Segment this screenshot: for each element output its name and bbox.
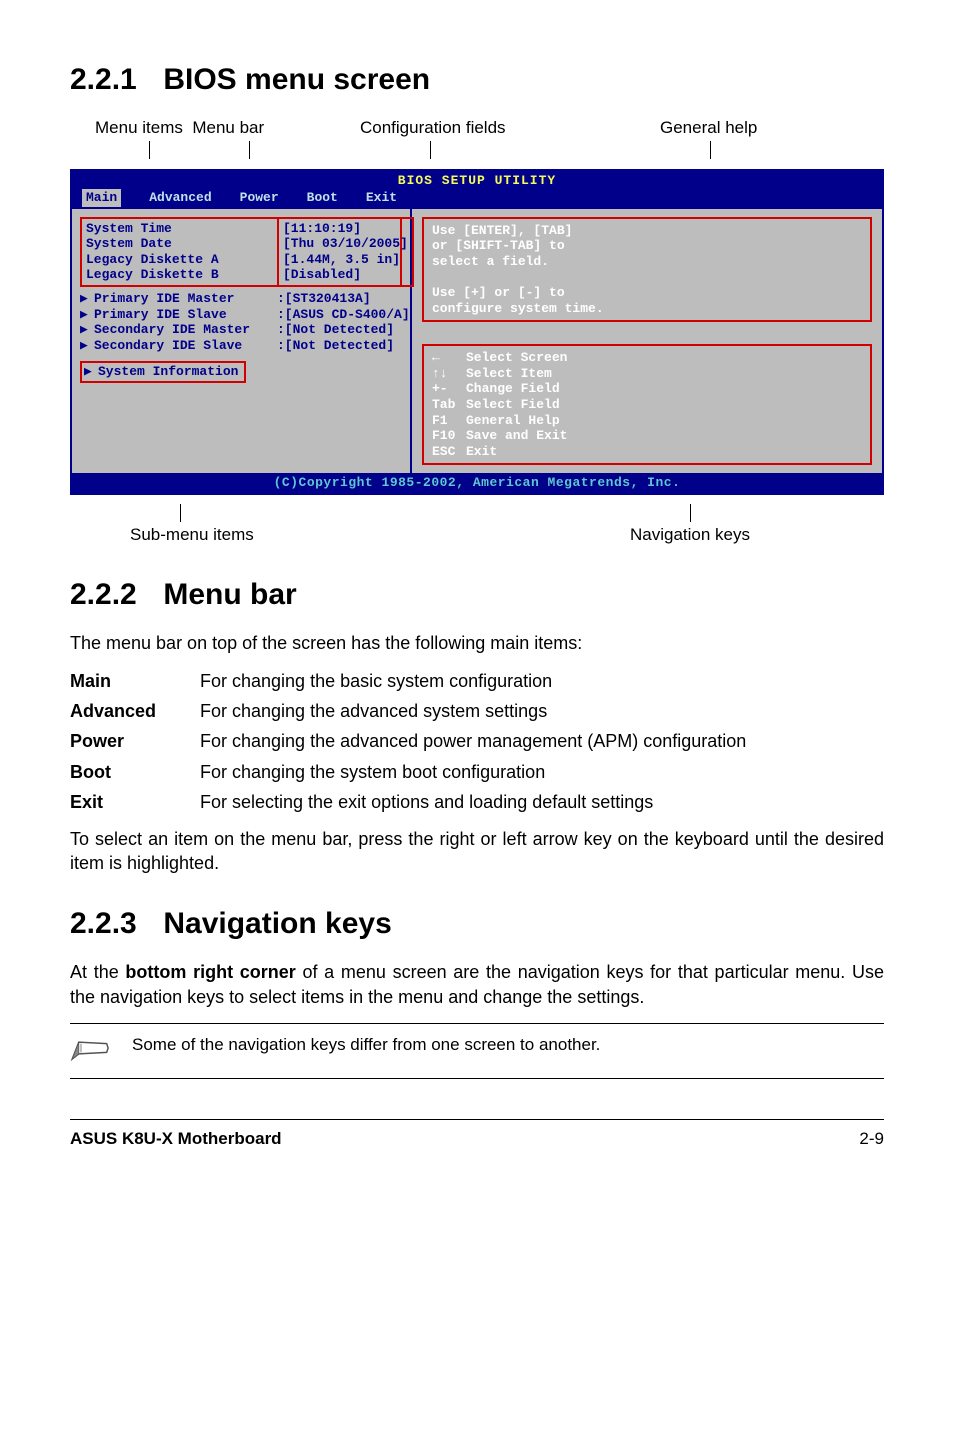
note-callout: Some of the navigation keys differ from … <box>70 1023 884 1079</box>
table-row: ExitFor selecting the exit options and l… <box>70 787 746 817</box>
bios-right-pane: Use [ENTER], [TAB] or [SHIFT-TAB] to sel… <box>412 209 882 474</box>
general-help-box: Use [ENTER], [TAB] or [SHIFT-TAB] to sel… <box>422 217 872 323</box>
term-advanced: Advanced <box>70 696 200 726</box>
section-title-text: BIOS menu screen <box>163 63 430 96</box>
navigation-keys-box: ←Select Screen ↑↓Select Item +-Change Fi… <box>422 344 872 465</box>
table-row: MainFor changing the basic system config… <box>70 666 746 696</box>
bios-tab-main[interactable]: Main <box>82 189 121 207</box>
bios-top-annotations: Menu items Menu bar Configuration fields… <box>70 117 884 169</box>
table-row: AdvancedFor changing the advanced system… <box>70 696 746 726</box>
bios-left-pane: System Time System Date Legacy Diskette … <box>72 209 412 474</box>
term-power: Power <box>70 726 200 756</box>
desc-power: For changing the advanced power manageme… <box>200 726 746 756</box>
label-config-fields: Configuration fields <box>360 117 506 140</box>
section-number: 2.2.1 <box>70 60 155 101</box>
bios-tab-advanced[interactable]: Advanced <box>149 189 211 207</box>
submenu-system-information[interactable]: ▶System Information <box>84 364 238 380</box>
label-submenu-items: Sub-menu items <box>130 524 254 547</box>
term-exit: Exit <box>70 787 200 817</box>
table-row: PowerFor changing the advanced power man… <box>70 726 746 756</box>
cfg-secondary-ide-slave: :[Not Detected] <box>277 338 414 354</box>
page-footer: ASUS K8U-X Motherboard 2-9 <box>70 1119 884 1151</box>
pencil-note-icon <box>70 1034 114 1068</box>
config-fields-highlight: [11:10:19] [Thu 03/10/2005] [1.44M, 3.5 … <box>277 217 414 287</box>
desc-main: For changing the basic system configurat… <box>200 666 746 696</box>
triangle-right-icon: ▶ <box>80 291 94 307</box>
cfg-system-date[interactable]: [Thu 03/10/2005] <box>283 236 408 252</box>
triangle-right-icon: ▶ <box>84 364 98 380</box>
cfg-legacy-diskette-b[interactable]: [Disabled] <box>283 267 408 283</box>
menu-bar-outro: To select an item on the menu bar, press… <box>70 827 884 876</box>
bios-copyright-footer: (C)Copyright 1985-2002, American Megatre… <box>72 473 882 493</box>
term-boot: Boot <box>70 757 200 787</box>
section-heading-menu-bar: 2.2.2 Menu bar <box>70 575 884 616</box>
cfg-secondary-ide-master: :[Not Detected] <box>277 322 414 338</box>
section-heading-navigation-keys: 2.2.3 Navigation keys <box>70 904 884 945</box>
cfg-system-time[interactable]: [11:10:19] <box>283 221 408 237</box>
cfg-primary-ide-master: :[ST320413A] <box>277 291 414 307</box>
bios-tab-power[interactable]: Power <box>240 189 279 207</box>
submenu-items-highlight: ▶System Information <box>80 361 246 383</box>
menu-bar-intro: The menu bar on top of the screen has th… <box>70 631 884 655</box>
arrows-up-down-icon: ↑↓ <box>432 366 466 382</box>
section-title-text: Menu bar <box>163 578 296 611</box>
navigation-keys-paragraph: At the bottom right corner of a menu scr… <box>70 960 884 1009</box>
label-menu-bar: Menu bar <box>192 118 264 137</box>
bios-menu-bar: Main Advanced Power Boot Exit <box>72 189 882 209</box>
label-general-help: General help <box>660 117 757 140</box>
desc-exit: For selecting the exit options and loadi… <box>200 787 746 817</box>
bios-tab-boot[interactable]: Boot <box>307 189 338 207</box>
section-number: 2.2.2 <box>70 575 155 616</box>
label-navigation-keys: Navigation keys <box>630 524 750 547</box>
desc-boot: For changing the system boot configurati… <box>200 757 746 787</box>
note-text: Some of the navigation keys differ from … <box>132 1034 884 1057</box>
triangle-right-icon: ▶ <box>80 338 94 354</box>
section-number: 2.2.3 <box>70 904 155 945</box>
triangle-right-icon: ▶ <box>80 307 94 323</box>
config-fields-column: [11:10:19] [Thu 03/10/2005] [1.44M, 3.5 … <box>277 217 414 354</box>
footer-page-number: 2-9 <box>859 1128 884 1151</box>
bios-screenshot: BIOS SETUP UTILITY Main Advanced Power B… <box>70 169 884 495</box>
bios-title: BIOS SETUP UTILITY <box>72 171 882 190</box>
arrow-left-icon: ← <box>432 350 466 366</box>
cfg-legacy-diskette-a[interactable]: [1.44M, 3.5 in] <box>283 252 408 268</box>
desc-advanced: For changing the advanced system setting… <box>200 696 746 726</box>
cfg-primary-ide-slave: :[ASUS CD-S400/A] <box>277 307 414 323</box>
label-menu-items: Menu items <box>95 118 183 137</box>
section-heading-bios-menu-screen: 2.2.1 BIOS menu screen <box>70 60 884 101</box>
section-title-text: Navigation keys <box>163 907 391 940</box>
menu-bar-definitions-table: MainFor changing the basic system config… <box>70 666 746 817</box>
table-row: BootFor changing the system boot configu… <box>70 757 746 787</box>
bios-bottom-annotations: Sub-menu items Navigation keys <box>70 495 884 547</box>
triangle-right-icon: ▶ <box>80 322 94 338</box>
footer-product-name: ASUS K8U-X Motherboard <box>70 1128 282 1151</box>
bios-tab-exit[interactable]: Exit <box>366 189 397 207</box>
term-main: Main <box>70 666 200 696</box>
